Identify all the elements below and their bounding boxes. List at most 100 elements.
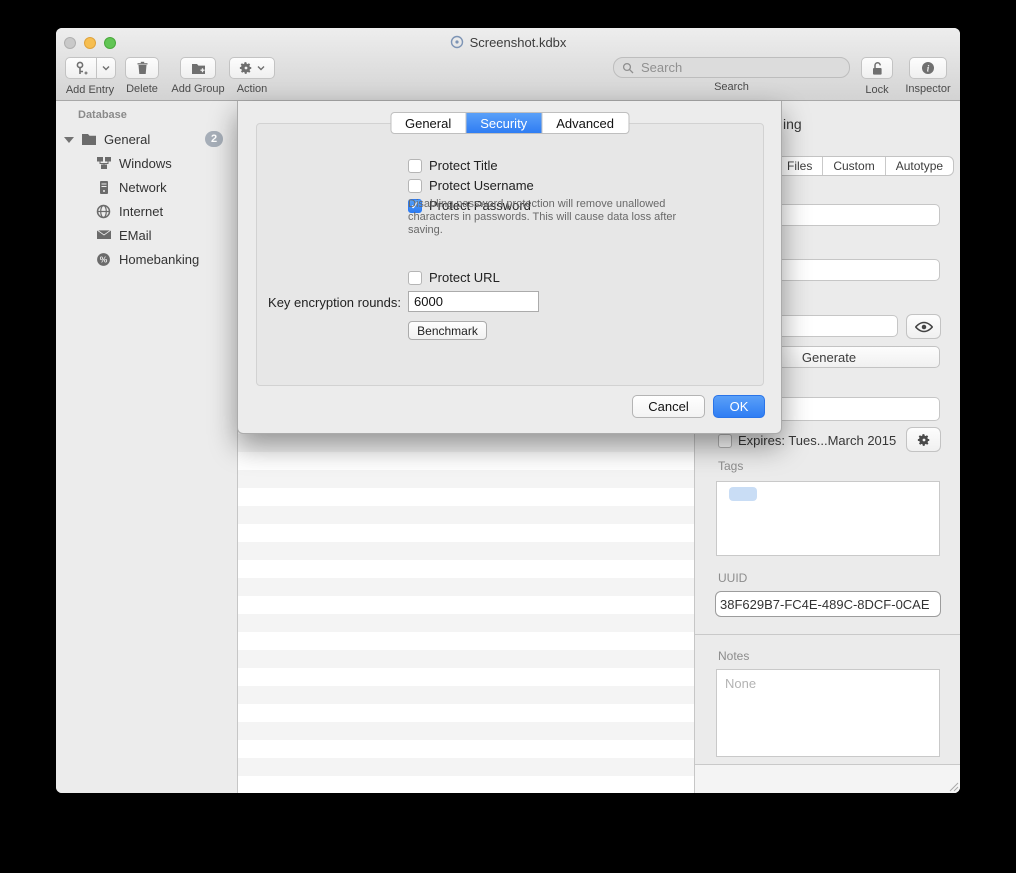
protect-title-checkbox[interactable] bbox=[408, 159, 422, 173]
add-entry-toolitem: Add Entry bbox=[62, 57, 118, 96]
notes-placeholder: None bbox=[725, 676, 756, 691]
envelope-icon bbox=[96, 228, 112, 244]
percent-icon: % bbox=[96, 252, 112, 268]
notes-field[interactable]: None bbox=[716, 669, 940, 757]
tab-autotype[interactable]: Autotype bbox=[886, 157, 953, 175]
notes-label: Notes bbox=[718, 649, 749, 663]
sidebar-item-general[interactable]: General bbox=[64, 131, 150, 148]
expires-label: Expires: Tues...March 2015 bbox=[738, 433, 896, 448]
protect-url-row: Protect URL bbox=[408, 270, 500, 285]
tab-files[interactable]: Files bbox=[777, 157, 823, 175]
globe-icon bbox=[96, 204, 112, 220]
sidebar-item-email[interactable]: EMail bbox=[96, 227, 152, 244]
checkbox-label: Protect URL bbox=[429, 270, 500, 285]
inspector-button[interactable]: i bbox=[909, 57, 947, 79]
show-password-button[interactable] bbox=[906, 314, 941, 339]
entry-count-badge: 2 bbox=[205, 131, 223, 147]
protect-url-checkbox[interactable] bbox=[408, 271, 422, 285]
tags-box[interactable] bbox=[716, 481, 940, 556]
add-group-label: Add Group bbox=[166, 83, 230, 95]
tab-advanced[interactable]: Advanced bbox=[542, 113, 628, 133]
sidebar-item-label: General bbox=[104, 132, 150, 147]
sidebar-item-label: EMail bbox=[119, 228, 152, 243]
sidebar-item-windows[interactable]: Windows bbox=[96, 155, 172, 172]
gear-icon bbox=[917, 433, 931, 447]
add-group-button[interactable] bbox=[180, 57, 216, 79]
chevron-down-icon bbox=[257, 65, 265, 71]
section-divider bbox=[695, 634, 960, 635]
ok-button[interactable]: OK bbox=[713, 395, 765, 418]
tab-custom[interactable]: Custom bbox=[823, 157, 885, 175]
checkbox-label: Protect Title bbox=[429, 158, 498, 173]
add-entry-label: Add Entry bbox=[62, 84, 118, 96]
benchmark-button[interactable]: Benchmark bbox=[408, 321, 487, 340]
lock-button[interactable] bbox=[861, 57, 893, 79]
content-area: Database General 2 Windows Network bbox=[56, 101, 960, 793]
folder-icon bbox=[81, 132, 97, 148]
entry-title-fragment: ing bbox=[783, 116, 802, 132]
search-toolitem: Search bbox=[613, 57, 850, 93]
disclosure-triangle-icon[interactable] bbox=[64, 137, 74, 143]
resize-grip[interactable] bbox=[949, 782, 959, 792]
gear-icon bbox=[239, 61, 253, 75]
add-group-toolitem: Add Group bbox=[166, 57, 230, 95]
inspector-toolitem: i Inspector bbox=[901, 57, 955, 95]
delete-toolitem: Delete bbox=[120, 57, 164, 95]
action-label: Action bbox=[228, 83, 276, 95]
sidebar-item-homebanking[interactable]: % Homebanking bbox=[96, 251, 199, 268]
expires-options-button[interactable] bbox=[906, 427, 941, 452]
window-title: Screenshot.kdbx bbox=[470, 35, 567, 50]
search-field[interactable] bbox=[613, 57, 850, 78]
sidebar-item-label: Internet bbox=[119, 204, 163, 219]
expires-row: Expires: Tues...March 2015 bbox=[718, 433, 896, 448]
tab-security[interactable]: Security bbox=[466, 113, 542, 133]
sidebar-item-label: Network bbox=[119, 180, 167, 195]
uuid-field[interactable]: 38F629B7-FC4E-489C-8DCF-0CAE bbox=[715, 591, 941, 617]
lock-label: Lock bbox=[858, 84, 896, 96]
sidebar-item-label: Windows bbox=[119, 156, 172, 171]
key-plus-icon bbox=[74, 61, 88, 76]
key-encryption-rounds-input[interactable] bbox=[408, 291, 539, 312]
search-icon bbox=[622, 62, 634, 74]
windows-icon bbox=[96, 156, 112, 172]
tag-pill[interactable] bbox=[729, 487, 757, 501]
sidebar-item-network[interactable]: Network bbox=[96, 179, 167, 196]
protect-username-row: Protect Username bbox=[408, 178, 534, 193]
add-entry-dropdown-button[interactable] bbox=[97, 57, 116, 79]
window-chrome: Screenshot.kdbx Add Entry bbox=[56, 28, 960, 101]
sidebar-item-internet[interactable]: Internet bbox=[96, 203, 163, 220]
action-button[interactable] bbox=[229, 57, 275, 79]
delete-label: Delete bbox=[120, 83, 164, 95]
app-window: Screenshot.kdbx Add Entry bbox=[56, 28, 960, 793]
uuid-label: UUID bbox=[718, 571, 747, 585]
lock-toolitem: Lock bbox=[858, 57, 896, 96]
search-label: Search bbox=[613, 81, 850, 93]
protect-username-checkbox[interactable] bbox=[408, 179, 422, 193]
expires-checkbox[interactable] bbox=[718, 434, 732, 448]
unlocked-padlock-icon bbox=[870, 61, 884, 76]
security-groupbox bbox=[256, 123, 764, 386]
chevron-down-icon bbox=[102, 65, 110, 71]
search-input[interactable] bbox=[639, 59, 841, 76]
inspector-label: Inspector bbox=[901, 83, 955, 95]
entry-list-rows[interactable] bbox=[238, 434, 694, 793]
add-entry-button[interactable] bbox=[65, 57, 97, 79]
sidebar: Database General 2 Windows Network bbox=[56, 101, 237, 793]
server-icon bbox=[96, 180, 112, 196]
inspector-footer bbox=[695, 765, 960, 793]
cancel-button[interactable]: Cancel bbox=[632, 395, 705, 418]
tab-general[interactable]: General bbox=[391, 113, 466, 133]
protect-title-row: Protect Title bbox=[408, 158, 498, 173]
titlebar[interactable]: Screenshot.kdbx bbox=[56, 28, 960, 56]
window-title-area: Screenshot.kdbx bbox=[56, 28, 960, 56]
tags-label: Tags bbox=[718, 459, 743, 473]
svg-text:%: % bbox=[100, 254, 108, 264]
checkbox-label: Protect Username bbox=[429, 178, 534, 193]
sidebar-section-header: Database bbox=[78, 109, 127, 121]
folder-plus-icon bbox=[191, 62, 206, 75]
database-settings-sheet: General Security Advanced Protect Title … bbox=[237, 101, 782, 434]
sidebar-item-label: Homebanking bbox=[119, 252, 199, 267]
action-toolitem: Action bbox=[228, 57, 276, 95]
delete-button[interactable] bbox=[125, 57, 159, 79]
info-circle-icon: i bbox=[921, 61, 935, 75]
